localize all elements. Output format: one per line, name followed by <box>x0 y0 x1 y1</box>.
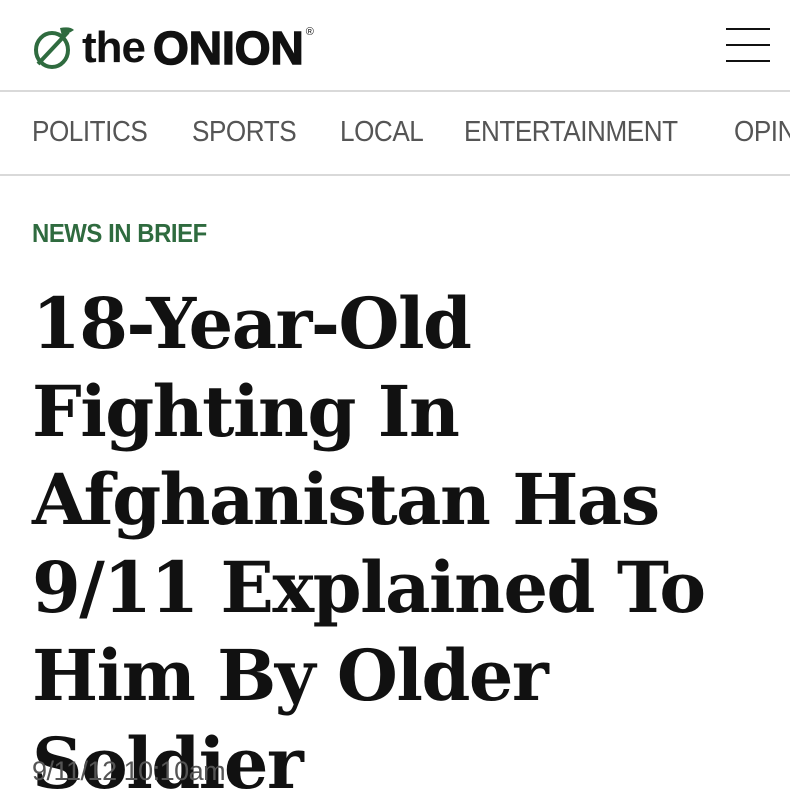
headline-line: Afghanistan Has <box>32 458 660 541</box>
logo-text-onion: ONION <box>152 21 304 75</box>
site-header: the ONION ® <box>0 0 790 92</box>
nav-item-opinion[interactable]: OPINION <box>734 116 790 149</box>
nav-list: POLITICS SPORTS LOCAL ENTERTAINMENT OPIN… <box>32 116 790 149</box>
logo-text-the: the <box>82 23 146 72</box>
headline-line: Fighting In <box>32 370 460 453</box>
headline-line: 9/11 Explained To <box>32 546 706 629</box>
nav-item-local[interactable]: LOCAL <box>340 116 424 149</box>
publish-timestamp: 9/11/12 10:10am <box>32 756 226 786</box>
headline-line: 18-Year-Old <box>32 282 472 365</box>
section-label[interactable]: NEWS IN BRIEF <box>32 218 207 249</box>
nav-item-entertainment[interactable]: ENTERTAINMENT <box>464 116 678 149</box>
hamburger-menu-icon[interactable] <box>726 26 770 64</box>
site-logo[interactable]: the ONION ® <box>30 21 314 75</box>
registered-mark: ® <box>305 26 314 38</box>
onion-leaf-icon <box>34 27 74 69</box>
nav-item-politics[interactable]: POLITICS <box>32 116 148 149</box>
article-headline: 18-Year-Old Fighting In Afghanistan Has … <box>32 280 772 808</box>
section-nav: POLITICS SPORTS LOCAL ENTERTAINMENT OPIN… <box>0 92 790 176</box>
nav-item-sports[interactable]: SPORTS <box>192 116 297 149</box>
